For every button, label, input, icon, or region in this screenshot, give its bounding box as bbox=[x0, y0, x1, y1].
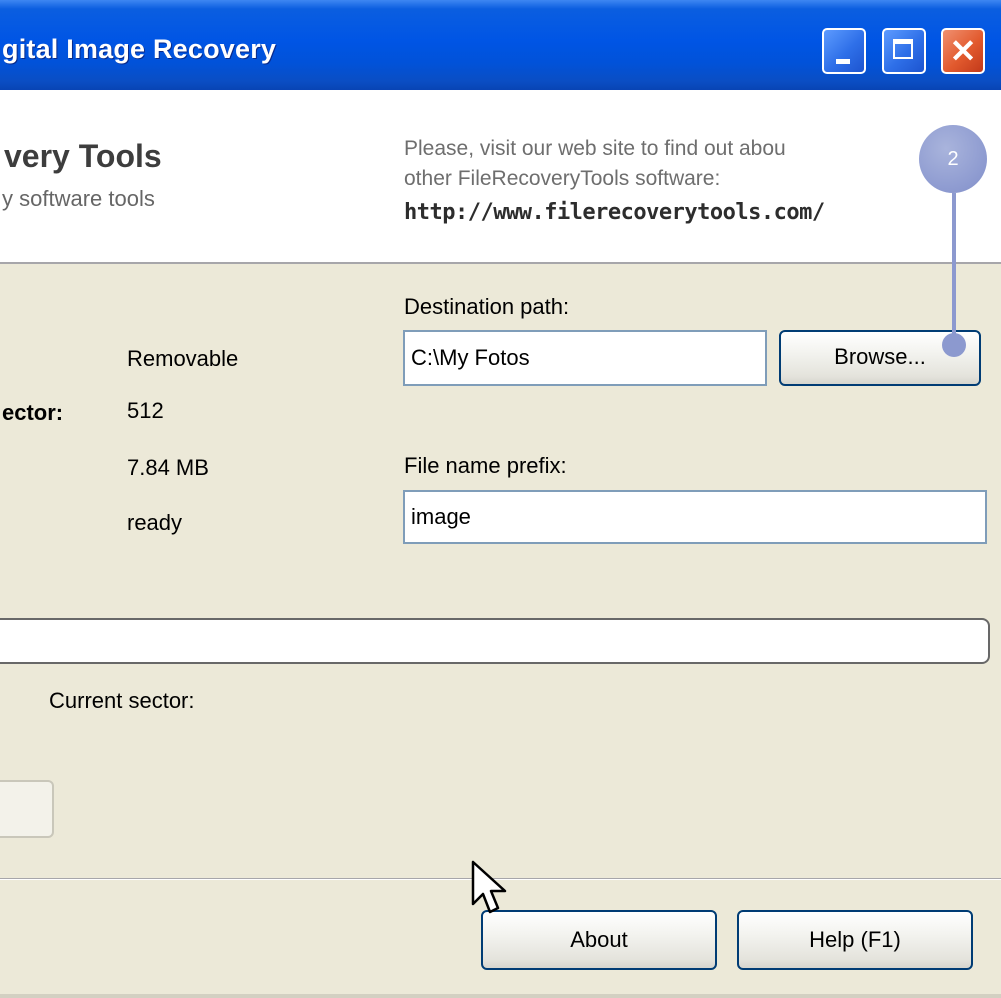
bytes-per-sector-label: ector: bbox=[2, 400, 64, 425]
bytes-per-sector-value: 512 bbox=[127, 398, 164, 423]
brand-tagline: y software tools bbox=[2, 186, 155, 211]
device-size-value: 7.84 MB bbox=[127, 455, 209, 480]
visit-line-1: Please, visit our web site to find out a… bbox=[404, 137, 786, 160]
visit-line-2: other FileRecoveryTools software: bbox=[404, 167, 721, 190]
start-button[interactable] bbox=[0, 780, 54, 838]
window-bottom-edge bbox=[0, 994, 1001, 998]
minimize-icon bbox=[836, 59, 850, 64]
app-window: gital Image Recovery ✕ very Tools y soft… bbox=[0, 0, 1001, 998]
file-name-prefix-label: File name prefix: bbox=[404, 453, 567, 478]
header-banner: very Tools y software tools Please, visi… bbox=[0, 90, 1001, 264]
device-type-value: Removable bbox=[127, 346, 239, 371]
help-button[interactable]: Help (F1) bbox=[737, 910, 973, 970]
recovery-progress-bar bbox=[0, 618, 990, 664]
callout-pointer bbox=[942, 333, 966, 357]
destination-path-label: Destination path: bbox=[404, 294, 570, 319]
title-bar[interactable]: gital Image Recovery ✕ bbox=[0, 0, 1001, 90]
step-callout-badge: 2 bbox=[919, 125, 987, 193]
minimize-button[interactable] bbox=[822, 28, 866, 74]
close-button[interactable]: ✕ bbox=[941, 28, 985, 74]
close-icon: ✕ bbox=[949, 33, 977, 69]
callout-connector bbox=[952, 193, 956, 343]
maximize-icon bbox=[893, 39, 913, 59]
maximize-button[interactable] bbox=[882, 28, 926, 74]
brand-name: very Tools bbox=[4, 138, 162, 174]
website-link[interactable]: http://www.filerecoverytools.com/ bbox=[404, 200, 825, 225]
file-name-prefix-input[interactable] bbox=[403, 490, 987, 544]
mouse-pointer-icon bbox=[471, 860, 507, 914]
visit-message: Please, visit our web site to find out a… bbox=[404, 134, 924, 194]
about-button[interactable]: About bbox=[481, 910, 717, 970]
device-status-value: ready bbox=[127, 510, 183, 535]
window-title: gital Image Recovery bbox=[2, 34, 277, 64]
destination-path-input[interactable] bbox=[403, 330, 767, 386]
current-sector-label: Current sector: bbox=[49, 688, 195, 713]
